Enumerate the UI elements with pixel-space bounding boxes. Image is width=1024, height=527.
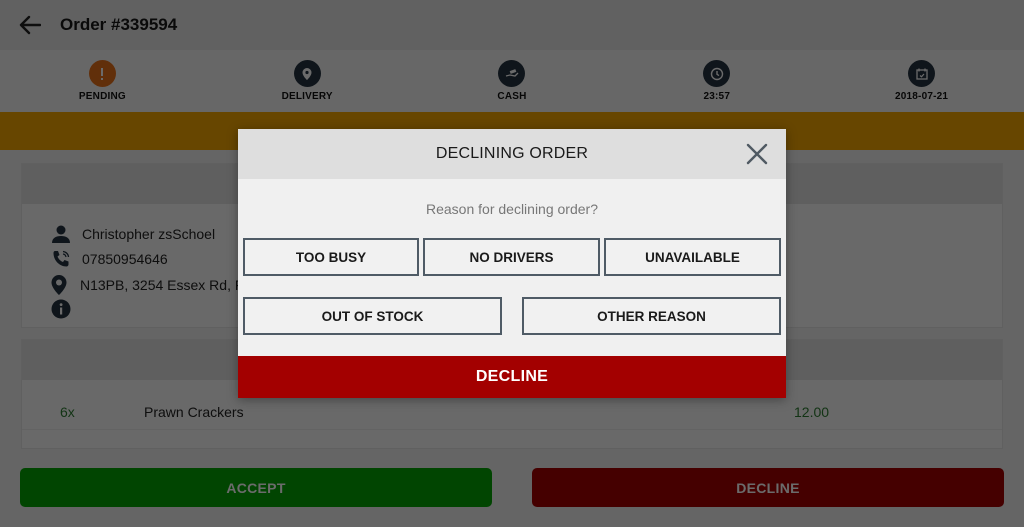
decline-dialog: DECLINING ORDER Reason for declining ord… xyxy=(238,129,786,398)
close-icon xyxy=(746,143,768,165)
close-button[interactable] xyxy=(744,141,770,167)
reason-too-busy-button[interactable]: TOO BUSY xyxy=(243,238,419,276)
reason-out-of-stock-button[interactable]: OUT OF STOCK xyxy=(243,297,502,335)
reason-unavailable-button[interactable]: UNAVAILABLE xyxy=(604,238,781,276)
dialog-decline-button[interactable]: DECLINE xyxy=(238,356,786,398)
dialog-header: DECLINING ORDER xyxy=(238,129,786,179)
reason-no-drivers-button[interactable]: NO DRIVERS xyxy=(423,238,600,276)
reason-other-button[interactable]: OTHER REASON xyxy=(522,297,781,335)
dialog-prompt: Reason for declining order? xyxy=(426,201,598,217)
dialog-title: DECLINING ORDER xyxy=(435,145,589,162)
